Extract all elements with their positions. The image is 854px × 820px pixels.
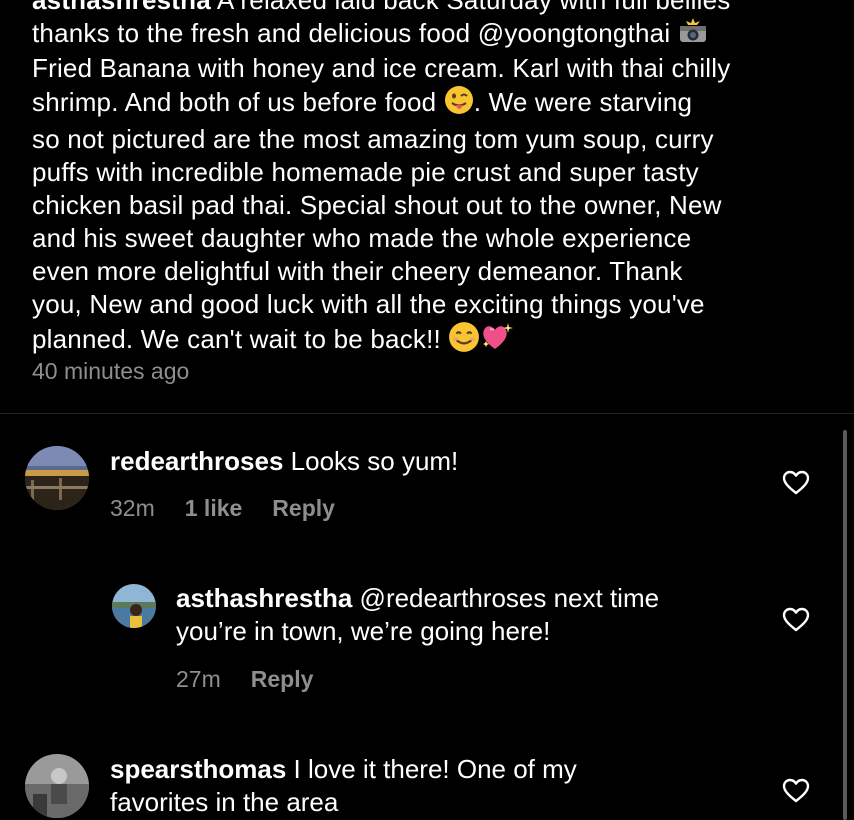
comment-body: favorites in the area	[110, 787, 339, 817]
sparkling-heart-icon	[480, 321, 514, 361]
avatar[interactable]	[25, 754, 89, 818]
reply-button[interactable]: Reply	[272, 495, 335, 521]
caption-line: so not pictured are the most amazing tom…	[32, 124, 714, 155]
comment-body: you’re in town, we’re going here!	[176, 616, 551, 646]
comment-body: I love it there! One of my	[293, 754, 577, 784]
caption-line: even more delightful with their cheery d…	[32, 256, 683, 287]
caption-line: and his sweet daughter who made the whol…	[32, 223, 692, 254]
caption-line: A relaxed laid back Saturday with full b…	[216, 0, 731, 15]
avatar[interactable]	[112, 584, 156, 628]
caption-username[interactable]: asthashrestha	[32, 0, 211, 15]
comment-body: Looks so yum!	[290, 446, 459, 476]
caption-line: shrimp. And both of us before food	[32, 87, 437, 117]
comment-time: 27m	[176, 666, 221, 692]
likes-count[interactable]: 1 like	[185, 495, 243, 521]
caption-line: puffs with incredible homemade pie crust…	[32, 157, 699, 188]
smiling-face-icon	[448, 321, 480, 361]
comment-username[interactable]: spearsthomas	[110, 754, 286, 784]
caption-line: . We were starving	[473, 87, 693, 117]
comment-text: spearsthomas I love it there! One of my …	[110, 753, 577, 819]
heart-outline-icon[interactable]	[782, 470, 810, 501]
caption-line: Fried Banana with honey and ice cream. K…	[32, 53, 731, 84]
heart-outline-icon[interactable]	[782, 607, 810, 638]
comment-username[interactable]: redearthroses	[110, 446, 283, 476]
heart-outline-icon[interactable]	[782, 778, 810, 809]
comment-meta: 27m Reply	[176, 666, 343, 693]
comment-text: asthashrestha @redearthroses next time y…	[176, 582, 659, 648]
scrollbar[interactable]	[843, 430, 847, 820]
caption-line: chicken basil pad thai. Special shout ou…	[32, 190, 722, 221]
divider	[0, 413, 854, 414]
post-caption: asthashrestha A relaxed laid back Saturd…	[32, 0, 832, 361]
tongue-face-icon	[444, 85, 474, 123]
comment-username[interactable]: asthashrestha	[176, 583, 352, 613]
reply-button[interactable]: Reply	[251, 666, 314, 692]
caption-line: planned. We can't wait to be back!!	[32, 324, 441, 354]
post-timestamp: 40 minutes ago	[32, 358, 190, 384]
avatar[interactable]	[25, 446, 89, 510]
caption-line: thanks to the fresh and delicious food @…	[32, 18, 671, 48]
comment-meta: 32m 1 like Reply	[110, 495, 365, 522]
caption-line: you, New and good luck with all the exci…	[32, 289, 705, 320]
comment-text: redearthroses Looks so yum!	[110, 445, 458, 478]
comment-body: @redearthroses next time	[359, 583, 660, 613]
camera-flash-icon	[678, 18, 708, 52]
comment-time: 32m	[110, 495, 155, 521]
